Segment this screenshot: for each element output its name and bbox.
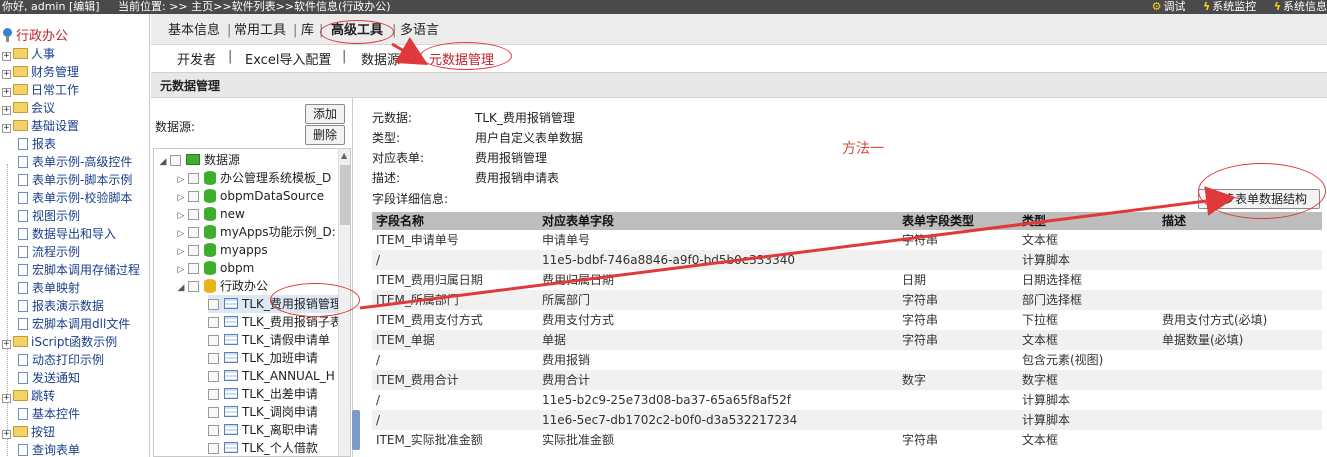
arrow [391,36,429,66]
arrow [359,186,1236,310]
annotation-arrows [359,36,1236,310]
